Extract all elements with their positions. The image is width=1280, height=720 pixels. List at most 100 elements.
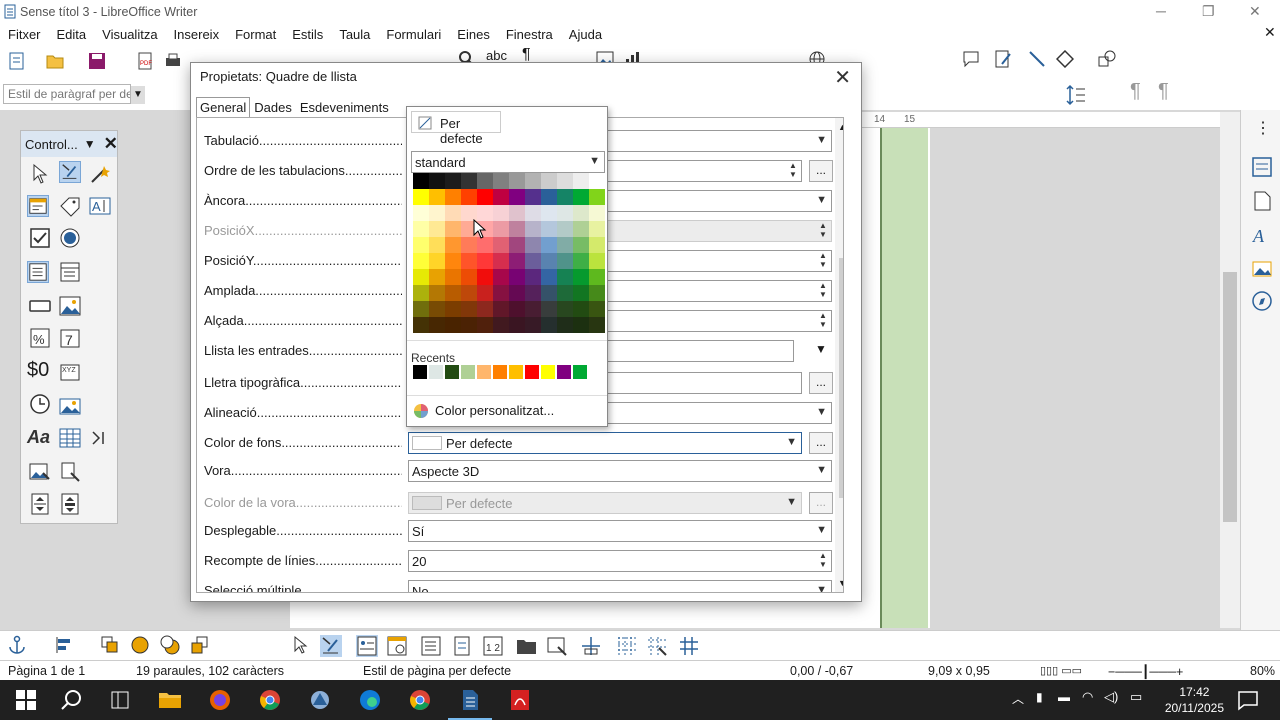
property-field[interactable]: 20 ▲ ▼ <box>408 550 832 572</box>
scrollbar-control-icon[interactable] <box>59 493 81 515</box>
color-swatch[interactable] <box>573 269 589 285</box>
color-swatch[interactable] <box>509 173 525 189</box>
file-explorer-icon[interactable] <box>158 688 182 712</box>
color-swatch[interactable] <box>461 189 477 205</box>
color-swatch[interactable] <box>429 317 445 333</box>
color-swatch[interactable] <box>413 189 429 205</box>
color-swatch[interactable] <box>541 205 557 221</box>
vertical-scrollbar[interactable] <box>1220 112 1240 628</box>
new-document-icon[interactable] <box>8 52 26 70</box>
color-swatch[interactable] <box>493 221 509 237</box>
menu-estils[interactable]: Estils <box>284 27 331 42</box>
color-swatch[interactable] <box>477 301 493 317</box>
menu-eines[interactable]: Eines <box>449 27 498 42</box>
spelling-icon[interactable]: abc <box>486 48 507 63</box>
property-field[interactable]: Sí ▼ <box>408 520 832 542</box>
color-swatch[interactable] <box>461 269 477 285</box>
color-swatch[interactable] <box>525 253 541 269</box>
color-swatch[interactable] <box>573 173 589 189</box>
font-icon[interactable]: Aa <box>27 427 50 449</box>
windows-start-icon[interactable] <box>14 688 38 712</box>
color-swatch[interactable] <box>525 237 541 253</box>
page-count[interactable]: Pàgina 1 de 1 <box>8 664 85 678</box>
color-swatch[interactable] <box>429 205 445 221</box>
color-swatch[interactable] <box>461 285 477 301</box>
spin-arrows-icon[interactable]: ▲ ▼ <box>785 161 801 181</box>
color-swatch[interactable] <box>573 205 589 221</box>
color-swatch[interactable] <box>589 269 605 285</box>
sidebar-menu-icon[interactable]: ⋮ <box>1255 118 1271 138</box>
wifi-icon[interactable]: ◠ <box>1082 689 1093 705</box>
color-swatch[interactable] <box>413 269 429 285</box>
color-swatch[interactable] <box>445 221 461 237</box>
image-control-icon[interactable] <box>59 395 81 417</box>
menu-insereix[interactable]: Insereix <box>166 27 228 42</box>
color-swatch[interactable] <box>493 237 509 253</box>
color-swatch[interactable] <box>557 317 573 333</box>
color-swatch[interactable] <box>573 285 589 301</box>
snap-to-grid-icon[interactable] <box>646 635 668 657</box>
color-swatch[interactable] <box>525 221 541 237</box>
color-swatch[interactable] <box>509 269 525 285</box>
table-control-icon[interactable] <box>59 427 81 449</box>
color-swatch[interactable] <box>429 253 445 269</box>
option-button-icon[interactable] <box>59 227 81 249</box>
controls-toolbar-header[interactable]: Control... ▼ ✕ <box>21 131 118 157</box>
zoom-level[interactable]: 80% <box>1250 664 1275 678</box>
color-swatch[interactable] <box>541 253 557 269</box>
color-swatch[interactable] <box>413 301 429 317</box>
auto-control-focus-icon[interactable] <box>546 635 568 657</box>
styles-icon[interactable]: A <box>1251 224 1273 246</box>
property-field[interactable]: No ▼ <box>408 580 832 592</box>
color-swatch[interactable] <box>493 173 509 189</box>
color-swatch[interactable] <box>413 221 429 237</box>
color-swatch[interactable] <box>557 301 573 317</box>
gallery-icon[interactable] <box>1251 258 1273 280</box>
firefox-icon[interactable] <box>208 688 232 712</box>
color-swatch[interactable] <box>461 317 477 333</box>
recent-color-swatch[interactable] <box>541 365 555 379</box>
color-swatch[interactable] <box>541 173 557 189</box>
color-swatch[interactable] <box>525 173 541 189</box>
color-swatch[interactable] <box>525 189 541 205</box>
color-swatch[interactable] <box>493 269 509 285</box>
color-swatch[interactable] <box>413 253 429 269</box>
page-style[interactable]: Estil de pàgina per defecte <box>363 664 511 678</box>
color-swatch[interactable] <box>573 301 589 317</box>
line-spacing-icon[interactable] <box>1066 84 1086 106</box>
color-swatch[interactable] <box>477 189 493 205</box>
checkbox-icon[interactable] <box>29 227 51 249</box>
scrollbar-thumb[interactable] <box>1223 272 1237 522</box>
color-swatch[interactable] <box>413 173 429 189</box>
menu-formulari[interactable]: Formulari <box>378 27 449 42</box>
color-swatch[interactable] <box>573 237 589 253</box>
paragraph-style-box[interactable]: Estil de paràgraf per de <box>3 84 131 104</box>
color-swatch[interactable] <box>429 221 445 237</box>
scroll-up-icon[interactable]: ▲ <box>838 122 843 132</box>
form-design-icon[interactable] <box>27 195 49 217</box>
select-pointer-icon[interactable] <box>29 163 51 185</box>
basic-shapes-icon[interactable] <box>1056 50 1074 68</box>
label-field-icon[interactable] <box>59 195 81 217</box>
color-swatch[interactable] <box>461 253 477 269</box>
spin-arrows-icon[interactable]: ▲ ▼ <box>815 221 831 241</box>
edge-icon[interactable] <box>358 688 382 712</box>
forward-one-icon[interactable] <box>130 635 150 655</box>
spin-arrows-icon[interactable]: ▲ ▼ <box>815 281 831 301</box>
color-swatch[interactable] <box>525 301 541 317</box>
send-back-icon[interactable] <box>190 635 210 655</box>
maximize-icon[interactable]: ❐ <box>1202 3 1215 20</box>
recent-color-swatch[interactable] <box>477 365 491 379</box>
color-swatch[interactable] <box>461 173 477 189</box>
print-icon[interactable] <box>164 52 182 70</box>
backward-one-icon[interactable] <box>160 635 180 655</box>
recent-color-swatch[interactable] <box>557 365 571 379</box>
zoom-slider[interactable]: −───┃───+ <box>1108 664 1183 679</box>
property-field[interactable]: Aspecte 3D ▼ <box>408 460 832 482</box>
color-swatch[interactable] <box>413 285 429 301</box>
property-field[interactable]: Per defecte ▼ <box>408 432 802 454</box>
recent-color-swatch[interactable] <box>429 365 443 379</box>
color-swatch[interactable] <box>429 285 445 301</box>
color-swatch[interactable] <box>509 205 525 221</box>
tab-general[interactable]: General <box>196 97 251 118</box>
